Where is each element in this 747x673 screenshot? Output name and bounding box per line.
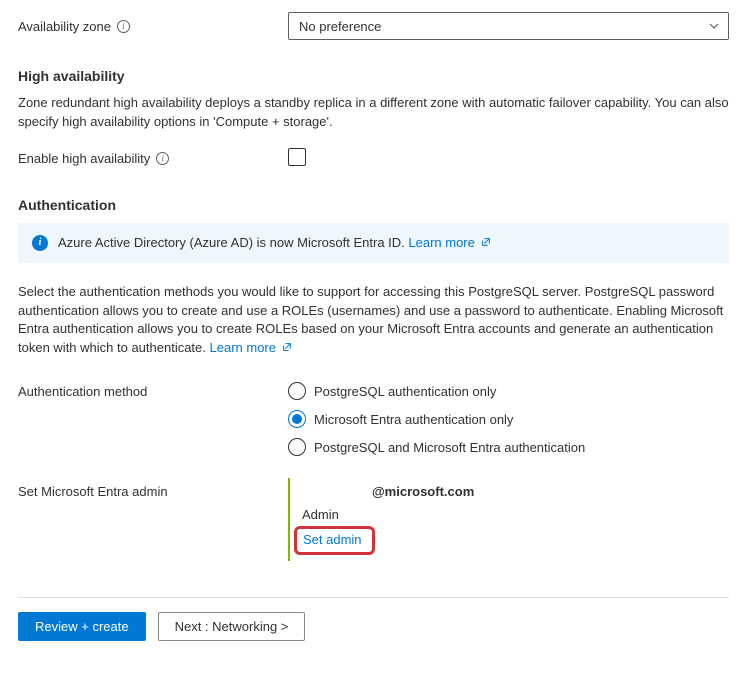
auth-option-entra-only[interactable]: Microsoft Entra authentication only <box>288 410 729 428</box>
admin-vertical-bar <box>288 478 290 561</box>
banner-text-wrap: Azure Active Directory (Azure AD) is now… <box>58 235 491 250</box>
enable-ha-control <box>288 148 729 169</box>
set-admin-highlight: Set admin <box>294 526 375 555</box>
set-admin-label: Set Microsoft Entra admin <box>18 484 288 499</box>
enable-ha-label: Enable high availability i <box>18 151 288 166</box>
authentication-learn-more-text: Learn more <box>210 340 276 355</box>
set-admin-link[interactable]: Set admin <box>303 532 362 547</box>
external-link-icon <box>282 339 292 358</box>
availability-zone-row: Availability zone i No preference <box>18 12 729 40</box>
enable-ha-row: Enable high availability i <box>18 148 729 169</box>
high-availability-heading: High availability <box>18 68 729 84</box>
auth-option-entra-only-label: Microsoft Entra authentication only <box>314 412 513 427</box>
auth-option-both[interactable]: PostgreSQL and Microsoft Entra authentic… <box>288 438 729 456</box>
availability-zone-value: No preference <box>299 19 381 34</box>
review-create-button[interactable]: Review + create <box>18 612 146 641</box>
auth-option-both-label: PostgreSQL and Microsoft Entra authentic… <box>314 440 585 455</box>
authentication-learn-more-link[interactable]: Learn more <box>210 340 292 355</box>
info-icon[interactable]: i <box>156 152 169 165</box>
auth-method-control: PostgreSQL authentication only Microsoft… <box>288 382 729 456</box>
banner-learn-more-text: Learn more <box>408 235 474 250</box>
auth-method-label: Authentication method <box>18 382 288 399</box>
info-icon[interactable]: i <box>117 20 130 33</box>
external-link-icon <box>481 235 491 250</box>
set-admin-label-text: Set Microsoft Entra admin <box>18 484 168 499</box>
banner-text: Azure Active Directory (Azure AD) is now… <box>58 235 408 250</box>
auth-option-postgres-only-label: PostgreSQL authentication only <box>314 384 496 399</box>
authentication-heading: Authentication <box>18 197 729 213</box>
enable-ha-label-text: Enable high availability <box>18 151 150 166</box>
set-admin-control: @microsoft.com Admin Set admin <box>288 484 729 555</box>
authentication-description-text: Select the authentication methods you wo… <box>18 284 723 356</box>
enable-ha-checkbox[interactable] <box>288 148 306 166</box>
auth-option-postgres-only[interactable]: PostgreSQL authentication only <box>288 382 729 400</box>
admin-content: @microsoft.com Admin Set admin <box>288 484 729 555</box>
authentication-description: Select the authentication methods you wo… <box>18 283 729 358</box>
availability-zone-select[interactable]: No preference <box>288 12 729 40</box>
admin-role: Admin <box>302 507 729 522</box>
radio-checked-icon <box>288 410 306 428</box>
wizard-footer: Review + create Next : Networking > <box>18 597 729 641</box>
next-networking-button[interactable]: Next : Networking > <box>158 612 306 641</box>
banner-learn-more-link[interactable]: Learn more <box>408 235 490 250</box>
radio-icon <box>288 382 306 400</box>
radio-icon <box>288 438 306 456</box>
entra-rename-banner: i Azure Active Directory (Azure AD) is n… <box>18 223 729 263</box>
auth-method-label-text: Authentication method <box>18 384 147 399</box>
chevron-down-icon <box>708 20 720 32</box>
set-admin-row: Set Microsoft Entra admin @microsoft.com… <box>18 484 729 555</box>
auth-method-row: Authentication method PostgreSQL authent… <box>18 382 729 456</box>
availability-zone-label: Availability zone i <box>18 19 288 34</box>
availability-zone-label-text: Availability zone <box>18 19 111 34</box>
availability-zone-control: No preference <box>288 12 729 40</box>
auth-method-radio-group: PostgreSQL authentication only Microsoft… <box>288 382 729 456</box>
info-icon: i <box>32 235 48 251</box>
high-availability-description: Zone redundant high availability deploys… <box>18 94 729 132</box>
admin-email: @microsoft.com <box>372 484 729 499</box>
